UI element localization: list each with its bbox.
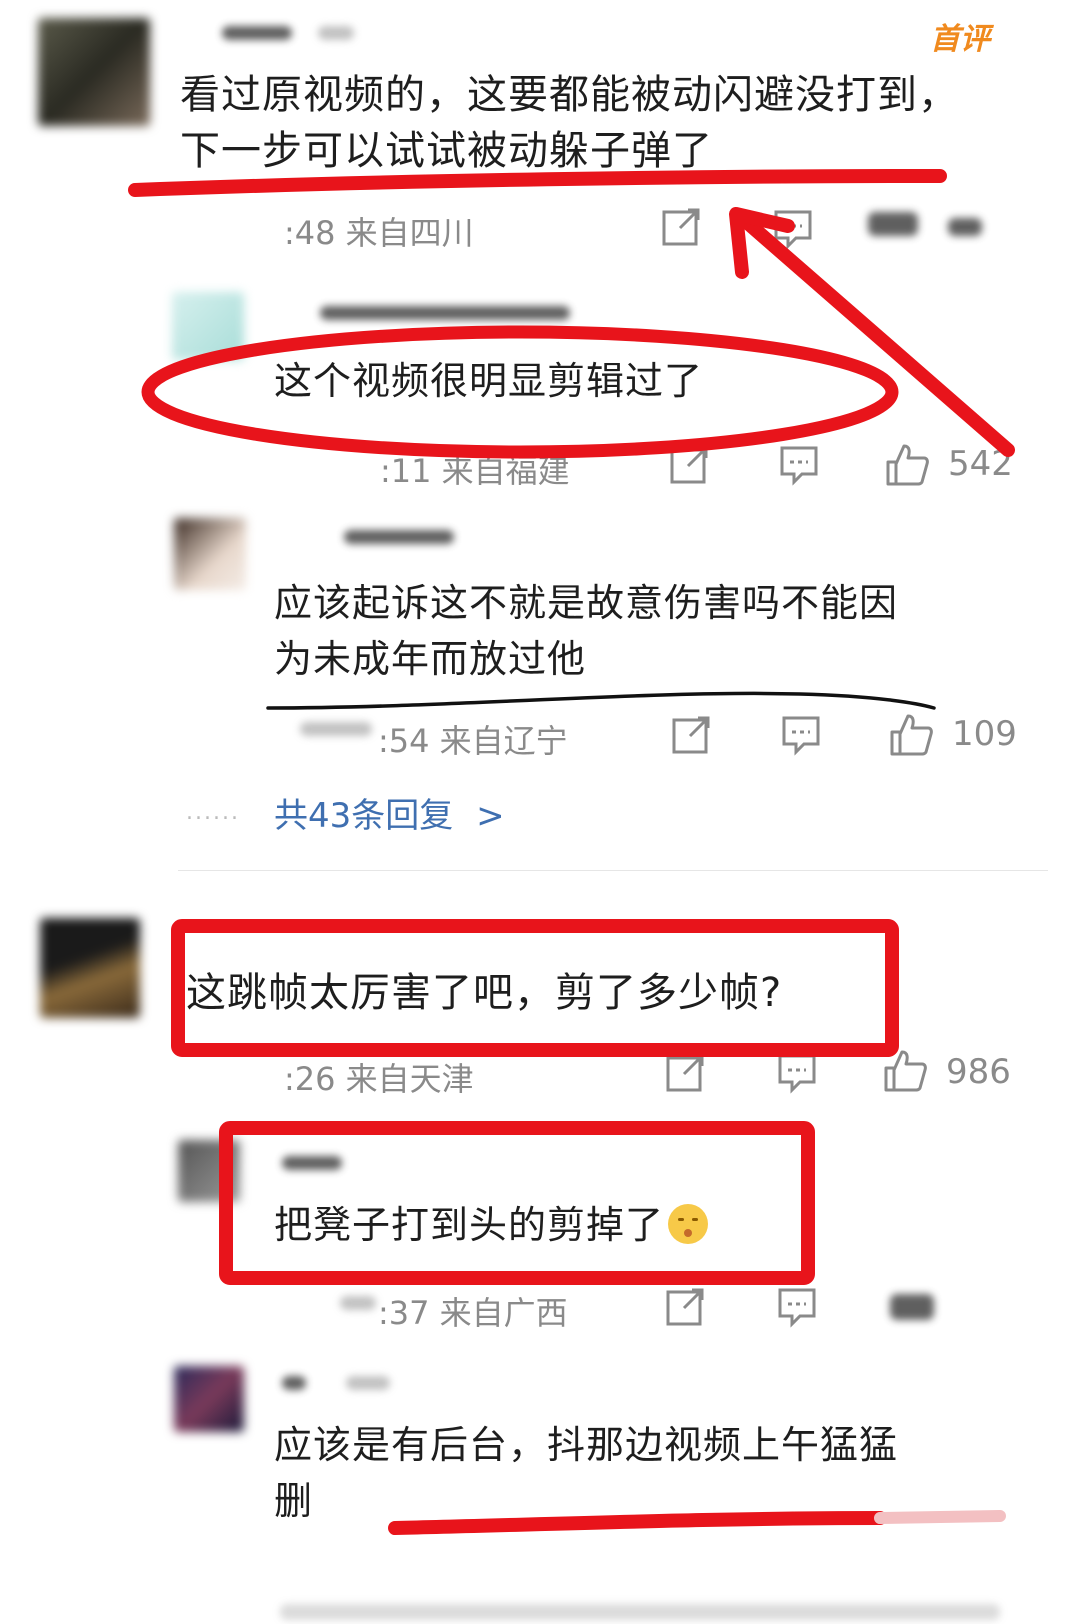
date-blurred <box>300 722 372 736</box>
comment-text-line: 为未成年而放过他 <box>274 637 587 681</box>
annotation-overlay <box>128 169 1015 1535</box>
share-icon[interactable] <box>664 1052 706 1094</box>
comment-text-line: 这个视频很明显剪辑过了 <box>274 359 704 403</box>
share-icon[interactable] <box>670 714 712 756</box>
username[interactable] <box>222 26 292 40</box>
meta-row-blurred <box>280 1604 1000 1620</box>
red-underline <box>388 1511 887 1535</box>
like-icon[interactable] <box>882 1048 928 1094</box>
date-blurred <box>340 1296 376 1310</box>
comment-time-location: :54 来自辽宁 <box>378 722 568 760</box>
chevron-right-icon: > <box>476 796 505 836</box>
like-icon[interactable] <box>890 1294 934 1320</box>
avatar[interactable] <box>172 292 244 360</box>
like-count: 109 <box>952 714 1017 754</box>
like-count: 986 <box>946 1052 1011 1092</box>
first-comment-badge: 首评 <box>930 22 990 57</box>
username[interactable] <box>344 530 454 544</box>
reply-icon[interactable] <box>778 444 820 486</box>
like-icon[interactable] <box>888 712 934 758</box>
shush-emoji-icon <box>668 1204 709 1244</box>
comment-text: 把凳子打到头的剪掉了 <box>274 1203 665 1247</box>
red-underline-fade <box>874 1510 1006 1524</box>
comment-text-line: 看过原视频的，这要都能被动闪避没打到， <box>180 72 959 118</box>
comment-text-line: 下一步可以试试被动躲子弹了 <box>180 128 713 174</box>
like-icon[interactable] <box>868 212 918 236</box>
reply-icon[interactable] <box>780 714 822 756</box>
comment-text-line: 这跳帧太厉害了吧，剪了多少帧? <box>186 970 783 1016</box>
comment-text-line: 删 <box>274 1479 314 1523</box>
share-icon[interactable] <box>664 1286 706 1328</box>
comment-text-line: 应该是有后台，抖那边视频上午猛猛 <box>274 1423 899 1467</box>
view-replies-link[interactable]: 共43条回复 > <box>274 788 505 837</box>
avatar[interactable] <box>178 1140 240 1202</box>
divider <box>178 870 1048 871</box>
comment-time-location: :48 来自四川 <box>284 214 474 252</box>
black-underline <box>266 691 936 710</box>
comment-time-location: :11 来自福建 <box>380 452 570 490</box>
reply-icon[interactable] <box>776 1286 818 1328</box>
avatar[interactable] <box>40 918 140 1018</box>
username[interactable] <box>282 1376 306 1390</box>
like-count <box>948 218 982 236</box>
avatar[interactable] <box>174 518 246 590</box>
dots-separator: ...... <box>186 800 240 825</box>
avatar[interactable] <box>174 1366 244 1432</box>
like-count: 542 <box>948 444 1013 484</box>
username[interactable] <box>320 306 570 320</box>
comment-text-line: 应该起诉这不就是故意伤害吗不能因 <box>274 581 899 625</box>
username[interactable] <box>282 1156 342 1170</box>
view-replies-label: 共43条回复 <box>274 796 454 836</box>
share-icon[interactable] <box>660 206 702 248</box>
like-icon[interactable] <box>884 442 930 488</box>
share-icon[interactable] <box>668 444 710 486</box>
username-extra <box>318 26 354 40</box>
comment-time-location: :26 来自天津 <box>284 1060 474 1098</box>
comment-text-line: 把凳子打到头的剪掉了 <box>274 1196 709 1254</box>
reply-icon[interactable] <box>772 208 814 250</box>
red-arrow <box>735 211 1015 457</box>
comment-time-location: :37 来自广西 <box>378 1294 568 1332</box>
avatar[interactable] <box>38 18 150 126</box>
username-extra <box>346 1376 390 1390</box>
reply-icon[interactable] <box>776 1052 818 1094</box>
